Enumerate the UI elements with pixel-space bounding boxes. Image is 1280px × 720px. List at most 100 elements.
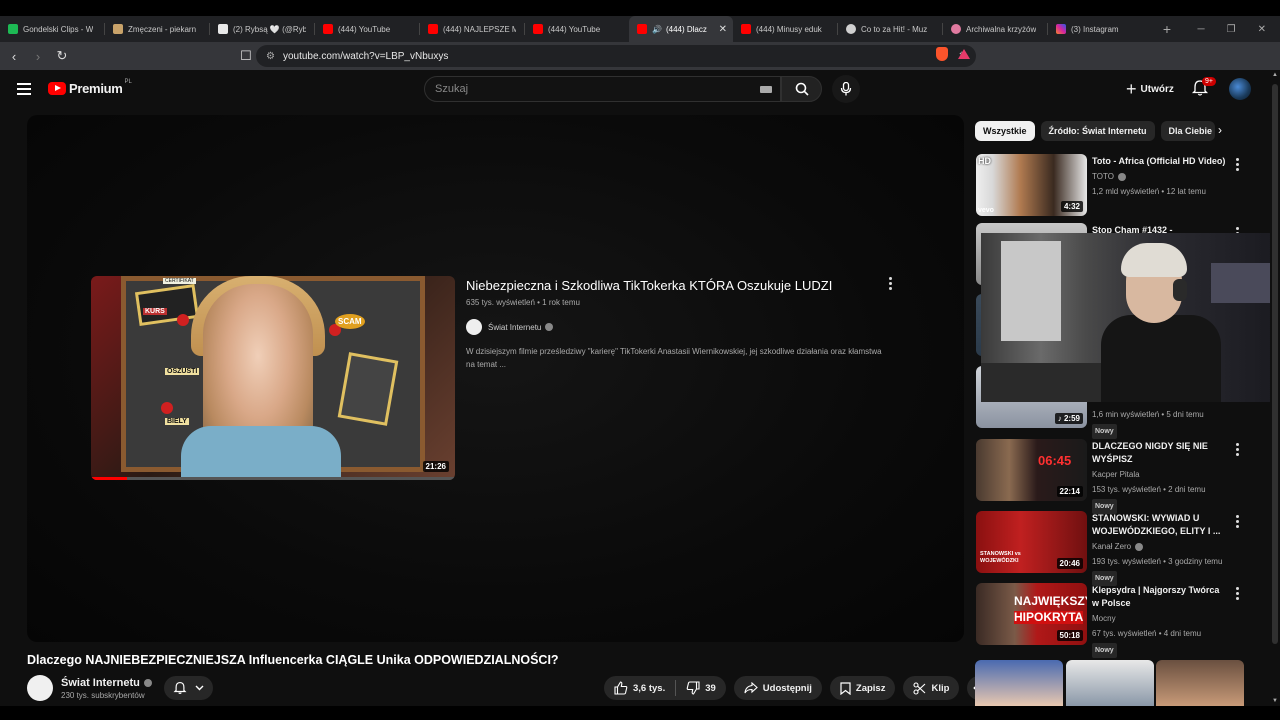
chevron-right-icon[interactable]: › (1218, 123, 1222, 137)
browser-tab[interactable]: (2) Rybsą 🤍 (@Ryb (210, 16, 314, 42)
browser-tab[interactable]: Co to za Hit! - Muz (838, 16, 942, 42)
more-options-icon[interactable] (1236, 158, 1240, 173)
browser-tab[interactable]: (3) Instagram (1048, 16, 1152, 42)
close-tab-icon[interactable]: ✕ (719, 24, 727, 35)
thumb-label: CERTIFIKAT (163, 278, 196, 284)
verified-icon (1135, 542, 1144, 551)
recommendation-item[interactable]: HD vevo 4:32 Toto - Africa (Official HD … (976, 154, 1256, 218)
minimize-icon[interactable]: ─ (1198, 24, 1205, 35)
short-thumbnail[interactable] (1066, 660, 1154, 706)
channel-name[interactable]: Świat Internetu (61, 677, 152, 689)
voice-search-button[interactable] (832, 75, 860, 103)
youtube-favicon-icon (323, 24, 333, 34)
video-owner: Świat Internetu 230 tys. subskrybentów (27, 675, 152, 701)
browser-tab[interactable]: (444) Minusy eduk (733, 16, 837, 42)
video-thumbnail[interactable]: NAJWIĘKSZY HIPOKRYTA 50:18 (976, 583, 1087, 645)
url-text: youtube.com/watch?v=LBP_vNbuxys (282, 50, 449, 62)
bookmark-icon[interactable]: ☐ (236, 46, 256, 66)
channel-avatar[interactable] (27, 675, 53, 701)
recommendation-item[interactable]: NAJWIĘKSZY HIPOKRYTA 50:18 Klepsydra | N… (976, 583, 1256, 658)
account-avatar[interactable] (1229, 78, 1251, 100)
chip-for-you[interactable]: Dla Ciebie (1160, 121, 1215, 141)
scroll-down-icon[interactable]: ▼ (1272, 698, 1278, 704)
share-button[interactable]: Udostępnij (733, 676, 822, 700)
endscreen-meta: 635 tys. wyświetleń • 1 rok temu (466, 298, 580, 307)
recommendation-item[interactable]: STANOWSKI vs WOJEWÓDZKI 20:46 STANOWSKI:… (976, 511, 1256, 586)
endscreen-title[interactable]: Niebezpieczna i Szkodliwa TikTokerka KTÓ… (466, 278, 832, 293)
address-bar[interactable]: ⚙ youtube.com/watch?v=LBP_vNbuxys ▭ ⇪ (256, 45, 976, 67)
more-options-icon[interactable] (1236, 587, 1240, 602)
new-tab-button[interactable]: + (1152, 16, 1182, 42)
search-input[interactable] (435, 83, 735, 95)
browser-tab[interactable]: (444) YouTube (315, 16, 419, 42)
more-options-icon[interactable] (1236, 515, 1240, 530)
duration-badge: 21:26 (422, 461, 449, 472)
brave-rewards-icon[interactable] (958, 49, 970, 59)
rec-title[interactable]: DLACZEGO NIGDY SIĘ NIE WYŚPISZ (1092, 440, 1226, 466)
browser-tab-active[interactable]: 🔊 (444) Dlacz ✕ (629, 16, 733, 42)
back-icon[interactable]: ‹ (4, 46, 24, 66)
hamburger-menu-icon[interactable] (17, 83, 31, 95)
keyboard-icon[interactable] (760, 86, 772, 93)
chip-all[interactable]: Wszystkie (975, 121, 1035, 141)
bookmark-icon (840, 681, 851, 695)
rec-channel[interactable]: Kanał Zero (1092, 540, 1226, 553)
subscriber-count: 230 tys. subskrybentów (61, 690, 145, 700)
brand-label: Premium (69, 81, 123, 96)
browser-tab[interactable]: Zmęczeni - piekarn (105, 16, 209, 42)
youtube-page: Premium PL +Utwórz 9+ (0, 70, 1280, 706)
search-button[interactable] (781, 76, 822, 102)
duration-badge: 20:46 (1056, 558, 1083, 569)
chip-from-channel[interactable]: Źródło: Świat Internetu (1040, 121, 1155, 141)
rec-channel[interactable]: Mocny (1092, 612, 1226, 625)
close-window-icon[interactable]: ✕ (1258, 24, 1266, 35)
audio-icon[interactable]: 🔊 (652, 25, 662, 34)
video-thumbnail[interactable]: HD vevo 4:32 (976, 154, 1087, 216)
dislike-button[interactable]: 39 (686, 681, 716, 695)
more-options-icon[interactable] (889, 277, 893, 292)
thumb-label: BIELY (165, 418, 189, 425)
site-settings-icon[interactable]: ⚙ (266, 51, 275, 62)
clip-button[interactable]: Klip (903, 676, 960, 700)
thumb-label: OSZUSTI (165, 368, 200, 375)
chevron-down-icon (195, 685, 204, 691)
video-thumbnail[interactable]: STANOWSKI vs WOJEWÓDZKI 20:46 (976, 511, 1087, 573)
search-box (424, 76, 781, 102)
endscreen-channel[interactable]: Świat Internetu (466, 319, 554, 335)
reload-icon[interactable]: ↻ (52, 46, 72, 66)
brave-shields-icon[interactable] (936, 47, 948, 61)
short-thumbnail[interactable] (975, 660, 1063, 706)
rec-title[interactable]: Klepsydra | Najgorszy Twórca w Polsce (1092, 584, 1226, 610)
youtube-favicon-icon (533, 24, 543, 34)
verified-icon (545, 323, 554, 331)
recommendation-item[interactable]: 06:45 22:14 DLACZEGO NIGDY SIĘ NIE WYŚPI… (976, 439, 1256, 514)
like-button[interactable]: 3,6 tys. (614, 681, 665, 695)
create-button[interactable]: + Utwórz (1118, 78, 1182, 100)
browser-tab[interactable]: Gondelski Clips - W (0, 16, 104, 42)
more-options-icon[interactable] (1236, 443, 1240, 458)
endscreen-description: W dzisiejszym filmie prześledziwy "karie… (466, 347, 882, 369)
browser-tab[interactable]: Archiwalna krzyżów (943, 16, 1047, 42)
browser-tab[interactable]: (444) NAJLEPSZE M (420, 16, 524, 42)
rec-title[interactable]: Toto - Africa (Official HD Video) (1092, 155, 1226, 168)
country-code: PL (124, 78, 132, 85)
channel-avatar[interactable] (466, 319, 482, 335)
rec-channel[interactable]: Kacper Pitala (1092, 468, 1226, 481)
video-player[interactable]: KURS SCAM OSZUSTI CERTIFIKAT BIELY 21:26… (27, 115, 964, 642)
youtube-play-icon (48, 82, 66, 95)
video-thumbnail[interactable]: 06:45 22:14 (976, 439, 1087, 501)
restore-icon[interactable]: ❐ (1227, 24, 1236, 35)
short-thumbnail[interactable] (1156, 660, 1244, 706)
forward-icon[interactable]: › (28, 46, 48, 66)
browser-tab[interactable]: (444) YouTube (525, 16, 629, 42)
scroll-up-icon[interactable]: ▲ (1272, 72, 1278, 78)
watch-progress (91, 477, 455, 480)
page-scrollbar[interactable]: ▲ ▼ (1270, 70, 1280, 706)
duration-badge: 22:14 (1056, 486, 1083, 497)
youtube-logo[interactable]: Premium PL (48, 78, 132, 96)
rec-channel[interactable]: TOTO (1092, 170, 1226, 183)
subscribed-notifications-button[interactable] (164, 676, 213, 700)
save-button[interactable]: Zapisz (829, 676, 896, 700)
rec-title[interactable]: STANOWSKI: WYWIAD U WOJEWÓDZKIEGO, ELITY… (1092, 512, 1226, 538)
endscreen-thumbnail[interactable]: KURS SCAM OSZUSTI CERTIFIKAT BIELY 21:26 (91, 276, 455, 480)
